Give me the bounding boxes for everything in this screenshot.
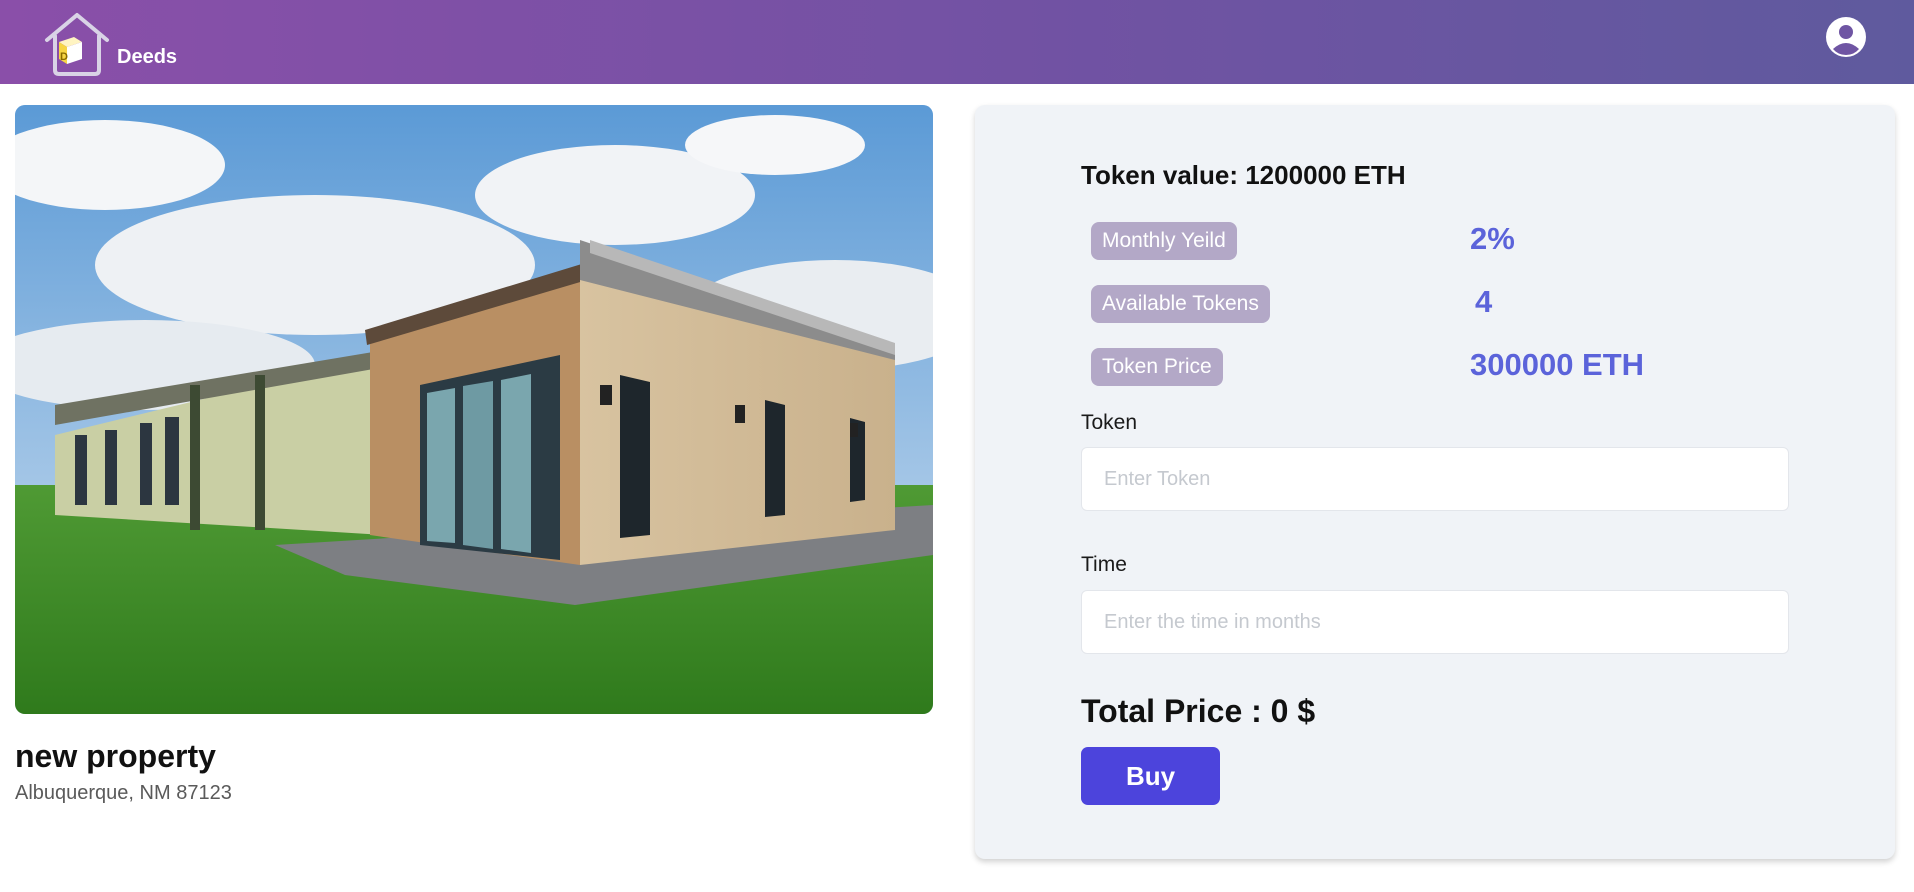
house-logo-icon[interactable]: D xyxy=(44,12,110,76)
brand-name[interactable]: Deeds xyxy=(117,46,177,69)
top-navbar: D Deeds xyxy=(0,0,1914,84)
total-price: Total Price : 0 $ xyxy=(1081,693,1316,729)
user-avatar-icon[interactable] xyxy=(1826,17,1866,57)
monthly-yield-value: 2% xyxy=(1470,221,1515,256)
monthly-yield-badge: Monthly Yeild xyxy=(1091,222,1237,260)
token-value: Token value: 1200000 ETH xyxy=(1081,160,1406,190)
token-field-label: Token xyxy=(1081,411,1138,434)
token-price-value: 300000 ETH xyxy=(1470,347,1645,382)
available-tokens-badge: Available Tokens xyxy=(1091,285,1270,323)
time-field-label: Time xyxy=(1081,553,1127,576)
time-input[interactable] xyxy=(1081,590,1789,654)
token-price-badge: Token Price xyxy=(1091,348,1223,386)
token-input[interactable] xyxy=(1081,447,1789,511)
property-image xyxy=(15,105,933,714)
buy-button[interactable]: Buy xyxy=(1081,747,1220,805)
property-address: Albuquerque, NM 87123 xyxy=(15,782,232,804)
available-tokens-value: 4 xyxy=(1475,284,1493,319)
logo-letter: D xyxy=(60,51,68,63)
purchase-panel: Token value: 1200000 ETH Monthly Yeild 2… xyxy=(975,105,1895,859)
property-title: new property xyxy=(15,738,216,774)
